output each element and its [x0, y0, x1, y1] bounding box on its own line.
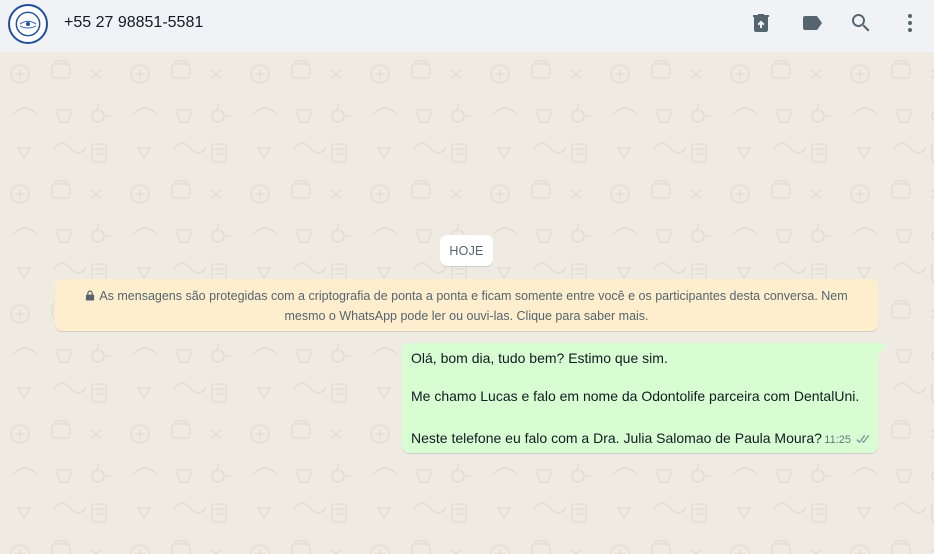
trash-icon [753, 14, 769, 32]
chat-message-area[interactable]: HOJE As mensagens são protegidas com a c… [0, 52, 934, 554]
message-meta: 11:25 [824, 434, 870, 446]
message-line: Me chamo Lucas e falo em nome da Odontol… [411, 388, 860, 404]
double-check-icon [854, 434, 870, 446]
whatsapp-chat-window: +55 27 98851-5581 HOJE As mensagens são … [0, 0, 934, 554]
clinic-logo-avatar-icon [12, 8, 44, 40]
chat-header: +55 27 98851-5581 [0, 0, 934, 52]
label-tag-icon [803, 16, 822, 30]
encryption-notice-text: As mensagens são protegidas com a cripto… [99, 289, 848, 323]
outgoing-message-bubble[interactable]: Olá, bom dia, tudo bem? Estimo que sim. … [402, 343, 886, 453]
menu-button[interactable] [898, 11, 922, 35]
delete-chat-button[interactable] [749, 11, 773, 35]
more-vertical-icon [908, 14, 912, 32]
label-button[interactable] [800, 11, 824, 35]
contact-avatar[interactable] [8, 4, 48, 44]
message-line: Olá, bom dia, tudo bem? Estimo que sim. [411, 350, 668, 366]
lock-icon [85, 290, 95, 301]
message-time: 11:25 [824, 434, 851, 446]
message-line: Neste telefone eu falo com a Dra. Julia … [411, 430, 822, 446]
date-divider: HOJE [440, 235, 493, 266]
bubble-tail [878, 343, 886, 356]
search-button[interactable] [849, 11, 873, 35]
encryption-notice[interactable]: As mensagens são protegidas com a cripto… [55, 279, 878, 331]
search-icon [852, 14, 870, 32]
contact-name[interactable]: +55 27 98851-5581 [64, 14, 203, 32]
